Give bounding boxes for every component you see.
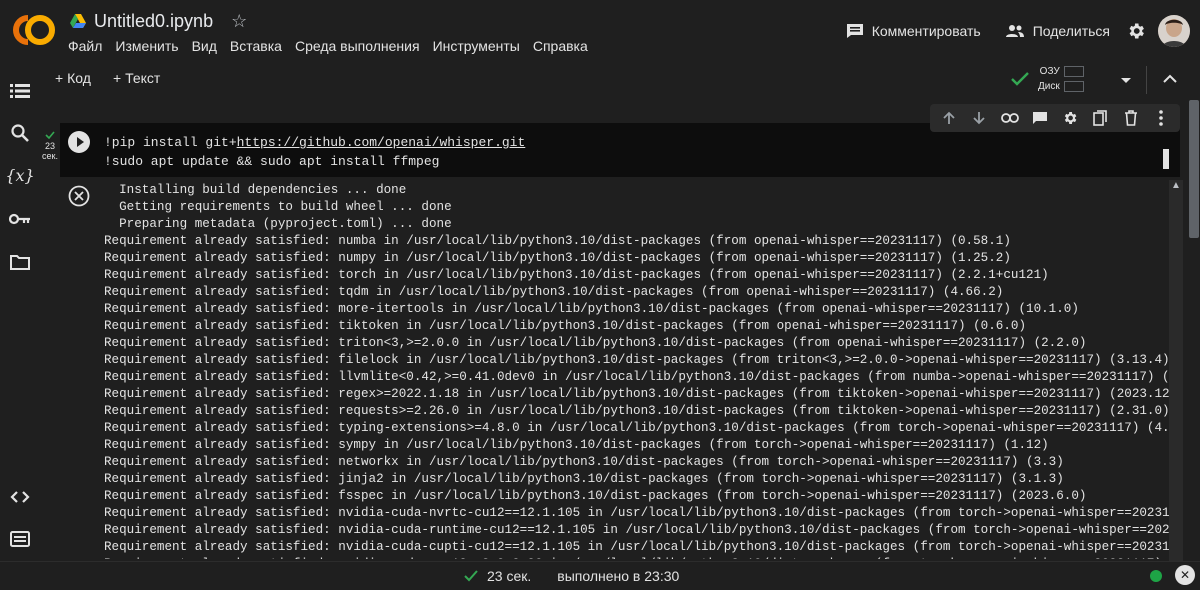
- disk-usage-bar: [1063, 81, 1084, 92]
- status-completed: выполнено в 23:30: [557, 568, 680, 584]
- code-line-2: !sudo apt update && sudo apt install ffm…: [104, 154, 440, 169]
- menu-file[interactable]: Файл: [68, 38, 102, 54]
- comment-label: Комментировать: [871, 23, 981, 39]
- connection-status-dot: [1150, 570, 1162, 582]
- cell-toolbar: [930, 104, 1180, 132]
- cell-settings-gear-icon[interactable]: [1060, 108, 1080, 128]
- ram-usage-bar: [1063, 66, 1084, 77]
- share-label: Поделиться: [1032, 23, 1110, 39]
- title-area: Untitled0.ipynb ☆: [70, 8, 247, 34]
- output-line: Requirement already satisfied: more-iter…: [104, 302, 1079, 316]
- output-line: Requirement already satisfied: llvmlite<…: [104, 370, 1178, 384]
- menu-insert[interactable]: Вставка: [230, 38, 282, 54]
- output-line: Requirement already satisfied: jinja2 in…: [104, 472, 1064, 486]
- code-snippets-icon[interactable]: [8, 485, 32, 509]
- output-line: Requirement already satisfied: nvidia-cu…: [104, 523, 1178, 537]
- output-line: Requirement already satisfied: torch in …: [104, 268, 1049, 282]
- output-line: Requirement already satisfied: sympy in …: [104, 438, 1049, 452]
- status-check-icon: [464, 570, 478, 582]
- execution-count-value: 23: [44, 141, 55, 151]
- menu-bar: Файл Изменить Вид Вставка Среда выполнен…: [68, 38, 588, 54]
- output-line: Requirement already satisfied: networkx …: [104, 455, 1064, 469]
- output-line: Requirement already satisfied: numba in …: [104, 234, 1011, 248]
- more-options-icon[interactable]: [1151, 108, 1171, 128]
- files-folder-icon[interactable]: [8, 250, 32, 274]
- search-icon[interactable]: [8, 121, 32, 145]
- ram-label: ОЗУ: [1039, 65, 1060, 77]
- menu-help[interactable]: Справка: [533, 38, 588, 54]
- execution-status[interactable]: 23 сек. выполнено в 23:30: [463, 568, 679, 584]
- output-line: Requirement already satisfied: fsspec in…: [104, 489, 1087, 503]
- comment-icon: [846, 24, 863, 38]
- output-line: Requirement already satisfied: typing-ex…: [104, 421, 1178, 435]
- play-icon: [77, 137, 84, 147]
- user-avatar[interactable]: [1158, 15, 1190, 47]
- comment-icon[interactable]: [1030, 108, 1050, 128]
- google-drive-icon[interactable]: [70, 14, 86, 28]
- command-palette-icon[interactable]: [8, 527, 32, 551]
- code-line-1: !pip install git+https://github.com/open…: [104, 133, 525, 152]
- resources-labels: ОЗУ Диск: [1038, 64, 1084, 94]
- code-line-1-prefix: !pip install git+: [104, 135, 237, 150]
- add-code-button[interactable]: + Код: [55, 70, 91, 86]
- page-scrollbar-thumb[interactable]: [1189, 100, 1199, 238]
- share-button[interactable]: Поделиться: [993, 14, 1122, 48]
- add-text-label: + Текст: [113, 70, 161, 86]
- people-icon: [1005, 25, 1024, 37]
- output-line: Requirement already satisfied: nvidia-cu…: [104, 506, 1178, 520]
- move-down-arrow-icon[interactable]: [969, 108, 989, 128]
- output-line: Requirement already satisfied: tiktoken …: [104, 319, 1027, 333]
- runtime-dropdown-icon[interactable]: [1118, 72, 1134, 91]
- add-code-label: + Код: [55, 70, 91, 86]
- left-sidebar: {x}: [0, 62, 40, 589]
- settings-gear-icon[interactable]: [1126, 21, 1146, 41]
- menu-edit[interactable]: Изменить: [115, 38, 178, 54]
- star-icon[interactable]: ☆: [231, 11, 247, 32]
- output-line: Requirement already satisfied: numpy in …: [104, 251, 1011, 265]
- output-line: Requirement already satisfied: nvidia-cu…: [104, 540, 1170, 554]
- colab-logo[interactable]: [12, 10, 56, 50]
- avatar-photo: [1158, 15, 1190, 47]
- connected-check-icon: [1011, 72, 1029, 86]
- output-line: Preparing metadata (pyproject.toml) ... …: [104, 217, 452, 231]
- notebook-title[interactable]: Untitled0.ipynb: [94, 11, 213, 32]
- app-header: Untitled0.ipynb ☆ Файл Изменить Вид Вста…: [0, 0, 1200, 62]
- execution-count-unit: сек.: [42, 151, 58, 161]
- executed-check-icon: [45, 131, 55, 140]
- move-up-arrow-icon[interactable]: [939, 108, 959, 128]
- output-line: Requirement already satisfied: regex>=20…: [104, 387, 1178, 401]
- output-line: Requirement already satisfied: filelock …: [104, 353, 1170, 367]
- toolbar-divider: [1146, 66, 1147, 94]
- link-icon[interactable]: [1000, 108, 1020, 128]
- output-line: Requirement already satisfied: tqdm in /…: [104, 285, 1004, 299]
- code-link[interactable]: https://github.com/openai/whisper.git: [237, 135, 526, 150]
- disk-label: Диск: [1038, 80, 1060, 92]
- comment-button[interactable]: Комментировать: [834, 14, 993, 48]
- output-line: Requirement already satisfied: requests>…: [104, 404, 1170, 418]
- code-editor[interactable]: !pip install git+https://github.com/open…: [104, 133, 525, 171]
- delete-trash-icon[interactable]: [1121, 108, 1141, 128]
- variables-icon[interactable]: {x}: [5, 163, 34, 187]
- output-line: Requirement already satisfied: triton<3,…: [104, 336, 1087, 350]
- editor-cursor-bar: [1163, 149, 1169, 169]
- menu-tools[interactable]: Инструменты: [433, 38, 520, 54]
- output-text: Installing build dependencies ... done G…: [104, 182, 1177, 573]
- output-scrollbar[interactable]: [1169, 180, 1183, 561]
- menu-runtime[interactable]: Среда выполнения: [295, 38, 420, 54]
- execution-count: 23 сек.: [40, 131, 60, 161]
- output-line: Installing build dependencies ... done: [104, 183, 407, 197]
- resources-indicator[interactable]: ОЗУ Диск: [1010, 64, 1084, 94]
- status-duration: 23 сек.: [487, 568, 532, 584]
- header-actions: Комментировать Поделиться: [834, 14, 1190, 48]
- mirror-cell-icon[interactable]: [1090, 108, 1110, 128]
- secrets-key-icon[interactable]: [8, 207, 32, 231]
- output-line: Getting requirements to build wheel ... …: [104, 200, 452, 214]
- table-of-contents-icon[interactable]: [8, 79, 32, 103]
- close-status-icon[interactable]: ✕: [1175, 565, 1195, 585]
- add-text-button[interactable]: + Текст: [113, 70, 160, 86]
- run-cell-button[interactable]: [68, 131, 90, 153]
- output-scroll-up-arrow-icon[interactable]: ▲: [1169, 180, 1183, 194]
- menu-view[interactable]: Вид: [192, 38, 217, 54]
- collapse-header-icon[interactable]: [1161, 70, 1179, 91]
